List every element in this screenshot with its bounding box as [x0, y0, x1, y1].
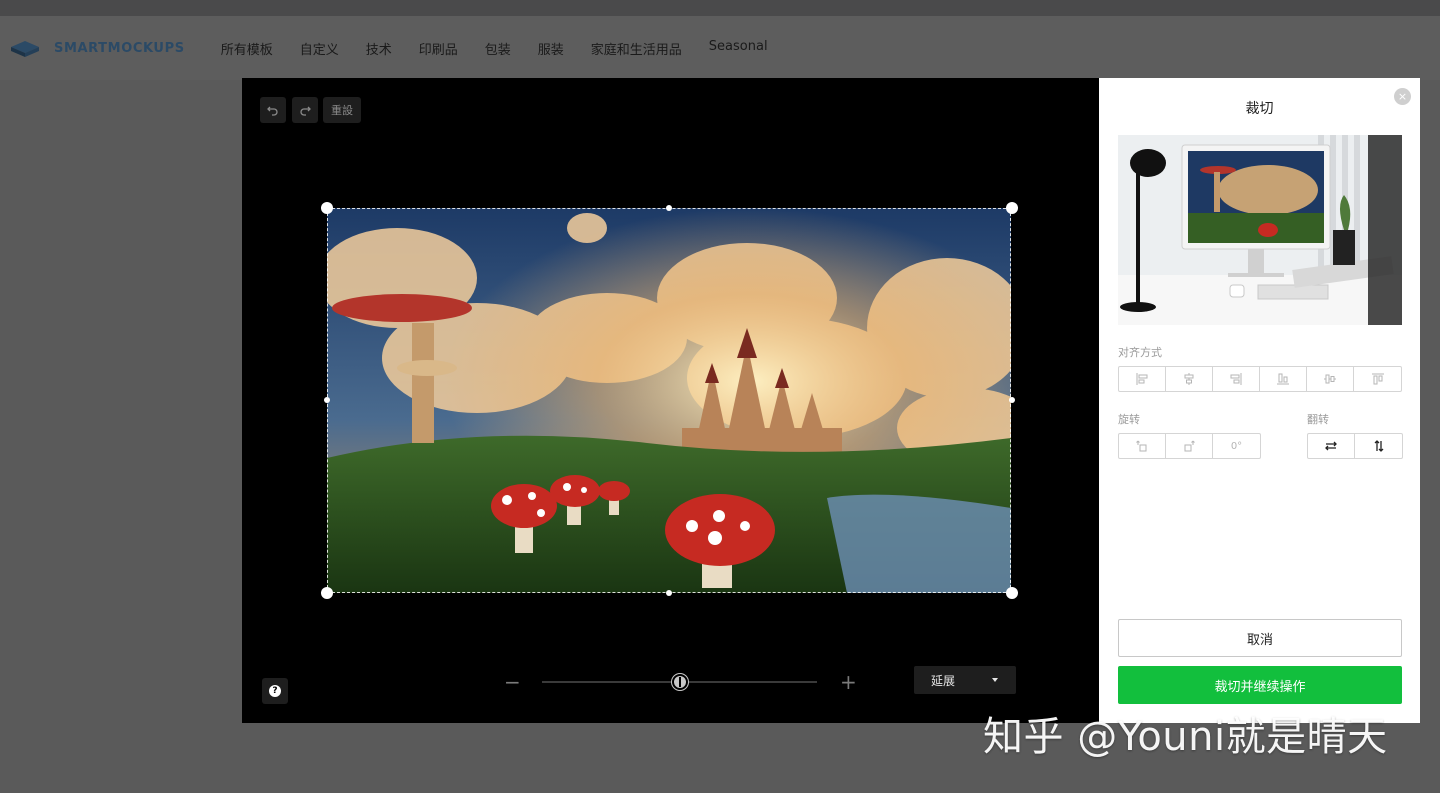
- crop-modal: 重設 ? − + 延展 裁切 × 对齐方式 旋转 0° 翻转 取消 裁切并继续操…: [242, 78, 1420, 723]
- align-right-icon: [1230, 373, 1242, 385]
- crop-handle-bottom[interactable]: [666, 590, 672, 596]
- cancel-button[interactable]: 取消: [1118, 619, 1402, 657]
- flip-horizontal-icon: [1325, 441, 1337, 451]
- panel-title: 裁切: [1245, 101, 1274, 117]
- align-right-button[interactable]: [1213, 367, 1260, 391]
- crop-handle-bottom-right[interactable]: [1006, 587, 1018, 599]
- redo-button[interactable]: [292, 97, 318, 123]
- crop-frame[interactable]: [327, 208, 1011, 593]
- zoom-in-icon[interactable]: +: [840, 672, 857, 692]
- align-center-horizontal-icon: [1184, 373, 1194, 385]
- align-label: 对齐方式: [1118, 346, 1162, 359]
- zoom-slider-knob[interactable]: [672, 674, 688, 690]
- align-left-button[interactable]: [1119, 367, 1166, 391]
- nav-item-packaging[interactable]: 包装: [485, 39, 511, 58]
- nav-item-apparel[interactable]: 服装: [538, 39, 564, 58]
- rotate-right-icon: [1184, 440, 1195, 452]
- rotate-label: 旋转: [1118, 413, 1140, 426]
- nav-item-custom[interactable]: 自定义: [300, 39, 339, 58]
- flip-vertical-icon: [1374, 440, 1383, 452]
- nav-menu: 所有模板 自定义 技术 印刷品 包装 服装 家庭和生活用品 Seasonal: [221, 39, 795, 58]
- rotate-angle-input[interactable]: 0°: [1213, 434, 1260, 458]
- rotate-left-button[interactable]: [1119, 434, 1166, 458]
- crop-continue-button[interactable]: 裁切并继续操作: [1118, 666, 1402, 704]
- crop-handle-left[interactable]: [324, 397, 330, 403]
- align-top-button[interactable]: [1354, 367, 1401, 391]
- rotate-button-group: 0°: [1118, 433, 1261, 459]
- align-center-vertical-button[interactable]: [1307, 367, 1354, 391]
- crop-handle-top-left[interactable]: [321, 202, 333, 214]
- rotate-left-icon: [1136, 440, 1147, 452]
- flip-label: 翻转: [1307, 413, 1329, 426]
- crop-handle-top[interactable]: [666, 205, 672, 211]
- align-center-horizontal-button[interactable]: [1166, 367, 1213, 391]
- align-top-icon: [1371, 373, 1384, 385]
- align-center-vertical-icon: [1324, 374, 1336, 384]
- crop-handle-bottom-left[interactable]: [321, 587, 333, 599]
- crop-side-panel: 裁切 × 对齐方式 旋转 0° 翻转 取消 裁切并继续操作: [1099, 78, 1420, 723]
- flip-horizontal-button[interactable]: [1308, 434, 1355, 458]
- align-bottom-button[interactable]: [1260, 367, 1307, 391]
- rotate-right-button[interactable]: [1166, 434, 1213, 458]
- zhihu-watermark: 知乎 @Youni就是晴天: [983, 714, 1388, 760]
- zoom-out-icon[interactable]: −: [504, 672, 521, 692]
- crop-stage: 重設 ? − + 延展: [242, 78, 1099, 723]
- nav-item-all-templates[interactable]: 所有模板: [221, 39, 273, 58]
- fit-mode-dropdown[interactable]: 延展: [914, 666, 1016, 694]
- browser-top-strip: [0, 0, 1440, 16]
- align-button-group: [1118, 366, 1402, 392]
- brand-name: SMARTMOCKUPS: [54, 40, 185, 56]
- desk-monitor-preview-image: [1118, 135, 1402, 325]
- crop-handle-top-right[interactable]: [1006, 202, 1018, 214]
- reset-button[interactable]: 重設: [323, 97, 361, 123]
- crop-handle-right[interactable]: [1009, 397, 1015, 403]
- caret-down-icon: [992, 678, 998, 682]
- nav-item-home-living[interactable]: 家庭和生活用品: [591, 39, 682, 58]
- brand-logo[interactable]: SMARTMOCKUPS: [10, 37, 185, 59]
- fit-mode-value: 延展: [931, 673, 956, 688]
- mockup-preview: [1118, 135, 1402, 325]
- nav-item-seasonal[interactable]: Seasonal: [709, 39, 768, 58]
- undo-icon: [267, 106, 278, 116]
- undo-button[interactable]: [260, 97, 286, 123]
- align-left-icon: [1136, 373, 1148, 385]
- question-icon: ?: [269, 685, 281, 697]
- logo-stack-icon: [10, 37, 40, 59]
- help-button[interactable]: ?: [262, 678, 288, 704]
- top-navigation: SMARTMOCKUPS 所有模板 自定义 技术 印刷品 包装 服装 家庭和生活…: [0, 16, 1440, 80]
- flip-vertical-button[interactable]: [1355, 434, 1402, 458]
- nav-item-print[interactable]: 印刷品: [419, 39, 458, 58]
- nav-item-technology[interactable]: 技术: [366, 39, 392, 58]
- align-bottom-icon: [1277, 373, 1289, 385]
- flip-button-group: [1307, 433, 1403, 459]
- redo-icon: [300, 106, 311, 116]
- close-icon[interactable]: ×: [1394, 88, 1411, 105]
